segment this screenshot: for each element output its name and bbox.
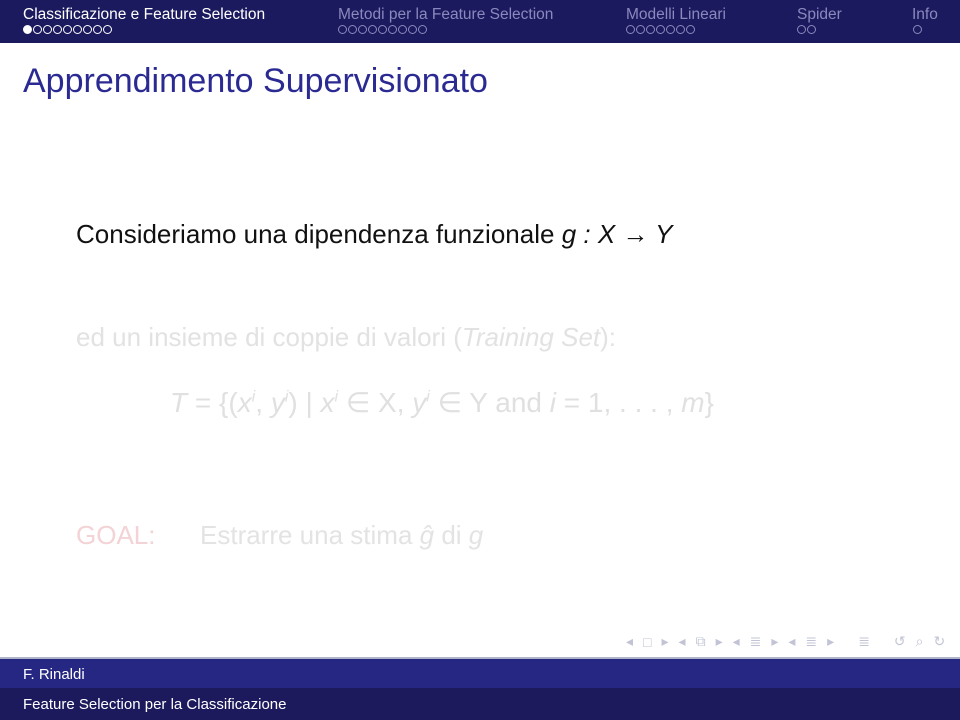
formula-x: x bbox=[237, 387, 252, 418]
frame-dot[interactable] bbox=[338, 25, 347, 34]
nav-subsection-icon[interactable]: ≣ bbox=[750, 633, 762, 650]
formula-part: , bbox=[255, 387, 271, 418]
frame-dot[interactable] bbox=[83, 25, 92, 34]
nav-document-icon[interactable]: ≣ bbox=[858, 633, 870, 650]
formula-part: ∈ X, bbox=[338, 387, 413, 418]
nav-next-section-icon[interactable]: ▸ bbox=[827, 633, 834, 650]
section-tab-info[interactable]: Info bbox=[912, 6, 938, 24]
frame-dot[interactable] bbox=[53, 25, 62, 34]
frame-dot[interactable] bbox=[103, 25, 112, 34]
navigation-symbols: ◂ □ ▸ ◂ ⧉ ▸ ◂ ≣ ▸ ◂ ≣ ▸ ≣ ↺ ⌕ ↻ bbox=[626, 633, 945, 650]
formula-and: and bbox=[495, 387, 550, 418]
frame-dot[interactable] bbox=[23, 25, 32, 34]
frame-dot[interactable] bbox=[378, 25, 387, 34]
frame-dot[interactable] bbox=[368, 25, 377, 34]
frame-dot[interactable] bbox=[63, 25, 72, 34]
nav-search-icon[interactable]: ⌕ bbox=[916, 633, 924, 650]
goal-di: di bbox=[434, 520, 469, 550]
nav-prev-section-icon[interactable]: ◂ bbox=[788, 633, 795, 650]
nav-prev-frame-icon[interactable]: ◂ bbox=[679, 633, 686, 650]
nav-frame-icon[interactable]: ⧉ bbox=[696, 633, 706, 650]
goal-text: Estrarre una stima ĝ di g bbox=[200, 520, 483, 551]
frame-dot[interactable] bbox=[418, 25, 427, 34]
footer-title: Feature Selection per la Classificazione bbox=[23, 696, 287, 713]
training-set-suffix: ): bbox=[600, 322, 617, 352]
section-tab-spider[interactable]: Spider bbox=[797, 6, 842, 24]
frame-dot[interactable] bbox=[913, 25, 922, 34]
formula-T: T bbox=[170, 387, 188, 418]
formula-x: x bbox=[320, 387, 335, 418]
formula-part: ∈ Y bbox=[429, 387, 496, 418]
frame-dot[interactable] bbox=[358, 25, 367, 34]
frame-dot[interactable] bbox=[676, 25, 685, 34]
formula-part: = 1, . . . , bbox=[556, 387, 682, 418]
goal-ghat: ĝ bbox=[419, 520, 435, 550]
intro-line: Consideriamo una dipendenza funzionale g… bbox=[76, 219, 672, 250]
frame-dot[interactable] bbox=[807, 25, 816, 34]
nav-next-subsection-icon[interactable]: ▸ bbox=[771, 633, 778, 650]
section-dots-info bbox=[913, 25, 922, 37]
section-tab-metodi[interactable]: Metodi per la Feature Selection bbox=[338, 6, 553, 24]
nav-next-slide-icon[interactable]: ▸ bbox=[662, 633, 669, 650]
training-set-term: Training Set bbox=[461, 322, 601, 352]
frame-dot[interactable] bbox=[797, 25, 806, 34]
nav-forward-icon[interactable]: ↻ bbox=[934, 633, 946, 650]
intro-text: Consideriamo una dipendenza funzionale bbox=[76, 219, 555, 249]
frame-dot[interactable] bbox=[666, 25, 675, 34]
nav-prev-slide-icon[interactable]: ◂ bbox=[626, 633, 633, 650]
section-tab-classificazione[interactable]: Classificazione e Feature Selection bbox=[23, 6, 265, 24]
frame-dot[interactable] bbox=[93, 25, 102, 34]
formula-y: y bbox=[270, 387, 285, 418]
training-set-prefix: ed un insieme di coppie di valori ( bbox=[76, 322, 462, 352]
frame-dot[interactable] bbox=[43, 25, 52, 34]
section-dots-classificazione bbox=[23, 25, 112, 37]
intro-math: g : X → Y bbox=[561, 219, 673, 249]
formula-y: y bbox=[412, 387, 427, 418]
frame-dot[interactable] bbox=[408, 25, 417, 34]
section-tab-modelli-lineari[interactable]: Modelli Lineari bbox=[626, 6, 726, 24]
nav-next-frame-icon[interactable]: ▸ bbox=[716, 633, 723, 650]
frame-dot[interactable] bbox=[656, 25, 665, 34]
frame-dot[interactable] bbox=[646, 25, 655, 34]
section-dots-metodi bbox=[338, 25, 427, 37]
frame-dot[interactable] bbox=[73, 25, 82, 34]
nav-prev-subsection-icon[interactable]: ◂ bbox=[733, 633, 740, 650]
formula-part: = {( bbox=[187, 387, 238, 418]
footer-author-bar: F. Rinaldi bbox=[0, 659, 960, 688]
frame-title: Apprendimento Supervisionato bbox=[23, 62, 488, 100]
nav-back-icon[interactable]: ↺ bbox=[894, 633, 906, 650]
frame-dot[interactable] bbox=[636, 25, 645, 34]
training-set-line: ed un insieme di coppie di valori (Train… bbox=[76, 322, 616, 353]
nav-slide-icon[interactable]: □ bbox=[643, 634, 651, 650]
formula-part: } bbox=[704, 387, 714, 418]
frame-dot[interactable] bbox=[348, 25, 357, 34]
headline-bar: Classificazione e Feature Selection Meto… bbox=[0, 0, 960, 43]
footer-title-bar: Feature Selection per la Classificazione bbox=[0, 688, 960, 720]
section-dots-spider bbox=[797, 25, 816, 37]
training-set-formula: T = {(xi, yi) | xi ∈ X, yi ∈ Y and i = 1… bbox=[170, 386, 714, 419]
frame-dot[interactable] bbox=[398, 25, 407, 34]
frame-dot[interactable] bbox=[388, 25, 397, 34]
nav-section-icon[interactable]: ≣ bbox=[805, 633, 817, 650]
frame-dot[interactable] bbox=[686, 25, 695, 34]
goal-label: GOAL: bbox=[76, 520, 156, 550]
frame-dot[interactable] bbox=[33, 25, 42, 34]
goal-g: g bbox=[468, 520, 484, 550]
footer-author: F. Rinaldi bbox=[23, 666, 85, 683]
goal-text-main: Estrarre una stima bbox=[200, 520, 413, 550]
frame-dot[interactable] bbox=[626, 25, 635, 34]
formula-m: m bbox=[681, 387, 705, 418]
section-dots-modelli-lineari bbox=[626, 25, 695, 37]
formula-part: ) | bbox=[288, 387, 321, 418]
